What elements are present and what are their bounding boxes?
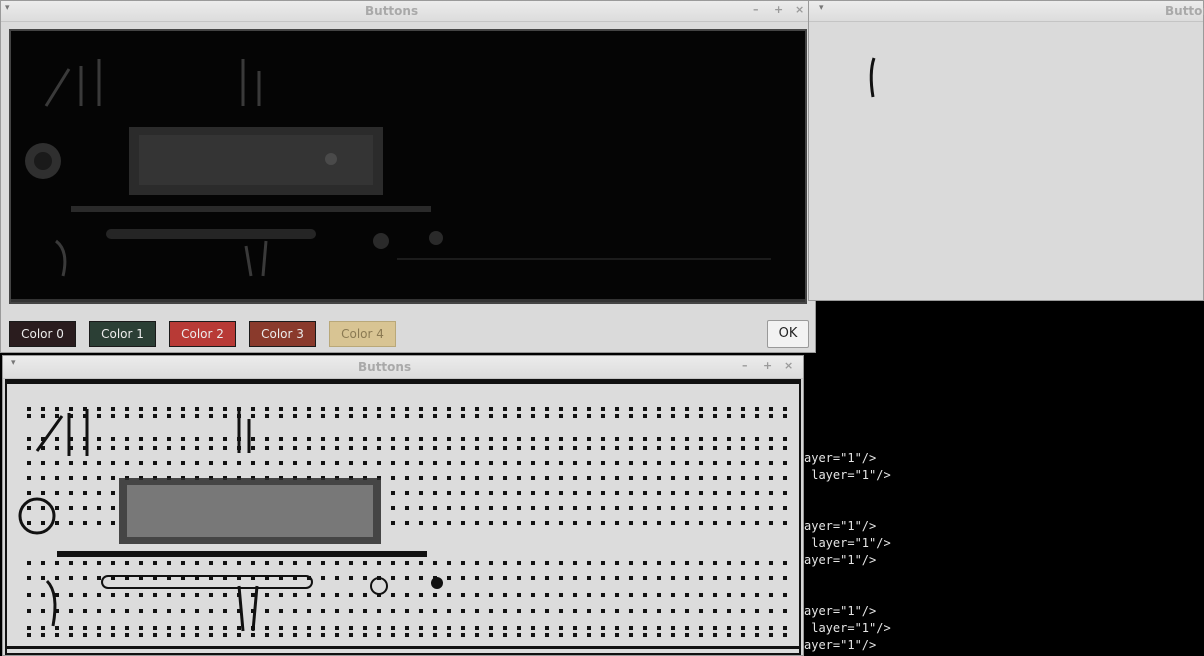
color-4-button[interactable]: Color 4 bbox=[329, 321, 396, 347]
titlebar[interactable]: ▾ Button bbox=[809, 1, 1204, 22]
terminal-line: layer="1"/> bbox=[804, 536, 891, 550]
window-menu-icon[interactable]: ▾ bbox=[5, 3, 10, 13]
window-title: Buttons bbox=[358, 360, 412, 374]
breadboard-threshold-image bbox=[7, 381, 799, 649]
close-icon[interactable]: × bbox=[795, 3, 804, 16]
titlebar[interactable]: ▾ Buttons – + × bbox=[1, 1, 815, 22]
terminal-line: layer="1"/> bbox=[804, 468, 891, 482]
terminal-line: ayer="1"/> bbox=[804, 638, 877, 652]
minimize-icon[interactable]: – bbox=[742, 359, 748, 372]
image-canvas-dark[interactable] bbox=[9, 29, 807, 304]
color-2-label: Color 2 bbox=[181, 327, 224, 341]
terminal-line: ayer="1"/> bbox=[804, 553, 877, 567]
window-title: Buttons bbox=[365, 4, 419, 18]
window-menu-icon[interactable]: ▾ bbox=[11, 358, 16, 368]
minimize-icon[interactable]: – bbox=[753, 3, 759, 16]
close-icon[interactable]: × bbox=[784, 359, 793, 372]
color-3-label: Color 3 bbox=[261, 327, 304, 341]
image-canvas-light[interactable] bbox=[5, 379, 801, 655]
color-4-label: Color 4 bbox=[341, 327, 384, 341]
color-0-label: Color 0 bbox=[21, 327, 64, 341]
terminal-line: ayer="1"/> bbox=[804, 519, 877, 533]
ok-label: OK bbox=[778, 326, 798, 341]
color-3-button[interactable]: Color 3 bbox=[249, 321, 316, 347]
small-mark-image bbox=[869, 57, 876, 98]
button-window-right: ▾ Button bbox=[808, 0, 1204, 301]
terminal-line: ayer="1"/> bbox=[804, 451, 877, 465]
titlebar[interactable]: ▾ Buttons – + × bbox=[3, 356, 803, 379]
color-0-button[interactable]: Color 0 bbox=[9, 321, 76, 347]
color-2-button[interactable]: Color 2 bbox=[169, 321, 236, 347]
maximize-icon[interactable]: + bbox=[774, 3, 783, 16]
window-title: Button bbox=[1165, 4, 1204, 18]
window-menu-icon[interactable]: ▾ bbox=[819, 3, 824, 13]
breadboard-dark-image bbox=[11, 59, 805, 302]
terminal-line: ayer="1"/> bbox=[804, 604, 877, 618]
color-1-label: Color 1 bbox=[101, 327, 144, 341]
maximize-icon[interactable]: + bbox=[763, 359, 772, 372]
color-1-button[interactable]: Color 1 bbox=[89, 321, 156, 347]
buttons-window-bottom: ▾ Buttons – + × bbox=[2, 355, 804, 656]
buttons-window-main: ▾ Buttons – + × Color 0 Color 1 Color 2 … bbox=[0, 0, 816, 353]
terminal-line: layer="1"/> bbox=[804, 621, 891, 635]
ok-button[interactable]: OK bbox=[767, 320, 809, 348]
